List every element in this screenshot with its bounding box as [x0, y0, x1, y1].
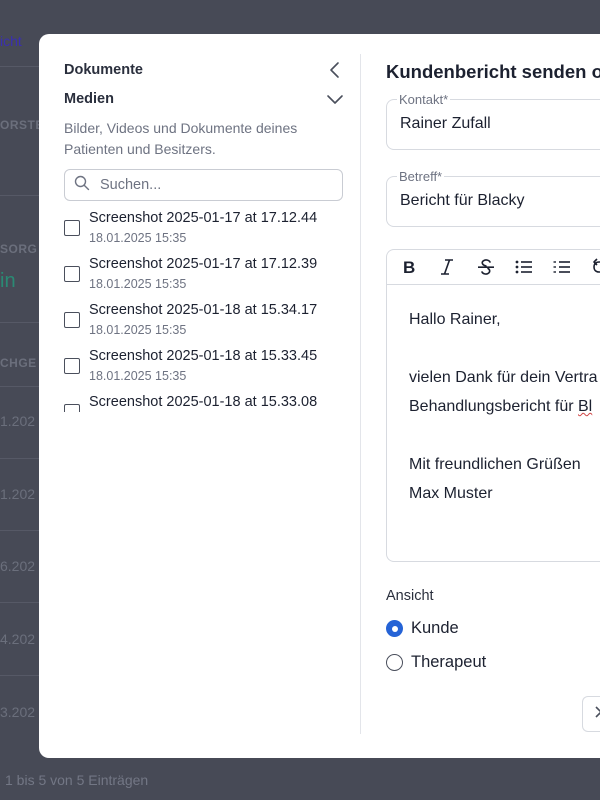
send-report-modal: Dokumente Medien Bilder, Videos und Doku…	[39, 34, 600, 758]
media-search-input[interactable]	[98, 176, 328, 194]
documents-section-header[interactable]: Dokumente	[64, 58, 344, 82]
editor-content[interactable]: Hallo Rainer, vielen Dank für dein Vertr…	[387, 285, 600, 508]
contact-field[interactable]: Kontakt* Rainer Zufall	[386, 92, 600, 150]
bullet-list-icon[interactable]	[515, 255, 553, 279]
close-button[interactable]	[582, 696, 600, 732]
file-date: 18.01.2025 15:35	[89, 277, 187, 291]
contact-value: Rainer Zufall	[400, 115, 491, 132]
rich-text-editor[interactable]: B Hallo Rainer, vielen Dank für dein Ver…	[386, 249, 600, 562]
media-file-list: Screenshot 2025-01-17 at 17.12.44 18.01.…	[64, 210, 354, 412]
background-cell: 3.202	[0, 704, 36, 720]
background-pagination-info: 1 bis 5 von 5 Einträgen	[5, 772, 149, 788]
view-option-label: Therapeut	[411, 653, 487, 671]
view-option-therapist[interactable]: Therapeut	[386, 653, 486, 672]
background-cell: 1.202	[0, 486, 36, 502]
background-column-header: CHGE	[0, 356, 37, 370]
file-date: 18.01.2025 15:35	[89, 369, 187, 383]
background-divider	[0, 458, 40, 459]
background-column-header: SORG	[0, 242, 38, 256]
background-column-header: ORSTE	[0, 118, 44, 132]
media-description: Bilder, Videos und Dokumente deines Pati…	[64, 120, 298, 157]
list-item[interactable]: Screenshot 2025-01-18 at 15.33.45 18.01.…	[64, 348, 354, 394]
file-checkbox[interactable]	[64, 312, 80, 328]
documents-section-title: Dokumente	[64, 62, 143, 78]
editor-signature: Max Muster	[409, 485, 493, 502]
editor-greeting: Hallo Rainer,	[409, 311, 501, 328]
file-name: Screenshot 2025-01-18 at 15.33.45	[89, 348, 318, 364]
list-item[interactable]: Screenshot 2025-01-17 at 17.12.44 18.01.…	[64, 210, 354, 256]
background-divider	[0, 675, 40, 676]
undo-icon[interactable]	[591, 255, 600, 279]
file-name: Screenshot 2025-01-18 at 15.34.17	[89, 302, 318, 318]
file-name: Screenshot 2025-01-17 at 17.12.44	[89, 210, 318, 226]
report-form: Kundenbericht senden o Kontakt* Rainer Z…	[386, 34, 600, 758]
subject-value: Bericht für Blacky	[400, 192, 525, 209]
editor-line: vielen Dank für dein Vertra	[409, 369, 598, 386]
view-label: Ansicht	[386, 588, 434, 604]
subject-field[interactable]: Betreff* Bericht für Blacky	[386, 169, 600, 227]
background-divider	[0, 195, 40, 196]
file-date: 18.01.2025 15:35	[89, 323, 187, 337]
subject-label: Betreff*	[397, 169, 445, 184]
background-divider	[0, 386, 40, 387]
radio-selected[interactable]	[386, 620, 403, 637]
media-search-box[interactable]	[64, 169, 343, 201]
file-date: 18.01.2025 15:35	[89, 231, 187, 245]
close-icon	[595, 705, 600, 723]
media-section-title: Medien	[64, 91, 114, 107]
file-name: Screenshot 2025-01-17 at 17.12.39	[89, 256, 318, 272]
editor-toolbar: B	[387, 250, 600, 285]
list-item[interactable]: Screenshot 2025-01-18 at 15.33.08	[64, 394, 354, 412]
view-option-customer[interactable]: Kunde	[386, 619, 459, 638]
svg-text:B: B	[403, 258, 415, 276]
editor-closing: Mit freundlichen Grüßen	[409, 456, 581, 473]
dialog-title: Kundenbericht senden o	[386, 61, 600, 82]
chevron-down-icon[interactable]	[326, 90, 344, 108]
list-item[interactable]: Screenshot 2025-01-18 at 15.34.17 18.01.…	[64, 302, 354, 348]
spellcheck-flagged-word: Bl	[578, 398, 593, 415]
file-checkbox[interactable]	[64, 220, 80, 236]
background-cell: 1.202	[0, 413, 36, 429]
editor-line: Behandlungsbericht für Bl	[409, 392, 600, 421]
background-cell: 4.202	[0, 631, 36, 647]
background-divider	[0, 66, 40, 67]
background-divider	[0, 322, 40, 323]
contact-label: Kontakt*	[397, 92, 451, 107]
search-icon	[74, 175, 90, 196]
background-status: in	[0, 270, 16, 292]
view-option-label: Kunde	[411, 619, 459, 637]
media-section-header[interactable]: Medien	[64, 87, 344, 111]
background-link: icht	[0, 33, 22, 49]
numbered-list-icon[interactable]	[553, 255, 591, 279]
radio-unselected[interactable]	[386, 654, 403, 671]
file-checkbox[interactable]	[64, 404, 80, 412]
media-panel: Dokumente Medien Bilder, Videos und Doku…	[39, 34, 360, 758]
panel-divider	[360, 54, 361, 734]
chevron-left-icon[interactable]	[326, 61, 344, 79]
file-name: Screenshot 2025-01-18 at 15.33.08	[89, 394, 318, 410]
list-item[interactable]: Screenshot 2025-01-17 at 17.12.39 18.01.…	[64, 256, 354, 302]
background-divider	[0, 530, 40, 531]
italic-icon[interactable]	[439, 255, 477, 279]
editor-text: Behandlungsbericht für	[409, 398, 578, 415]
file-checkbox[interactable]	[64, 358, 80, 374]
bold-icon[interactable]: B	[401, 255, 439, 279]
editor-blank-line	[409, 334, 600, 363]
background-divider	[0, 602, 40, 603]
background-cell: 6.202	[0, 558, 36, 574]
file-checkbox[interactable]	[64, 266, 80, 282]
strikethrough-icon[interactable]	[477, 255, 515, 279]
editor-blank-line	[409, 421, 600, 450]
